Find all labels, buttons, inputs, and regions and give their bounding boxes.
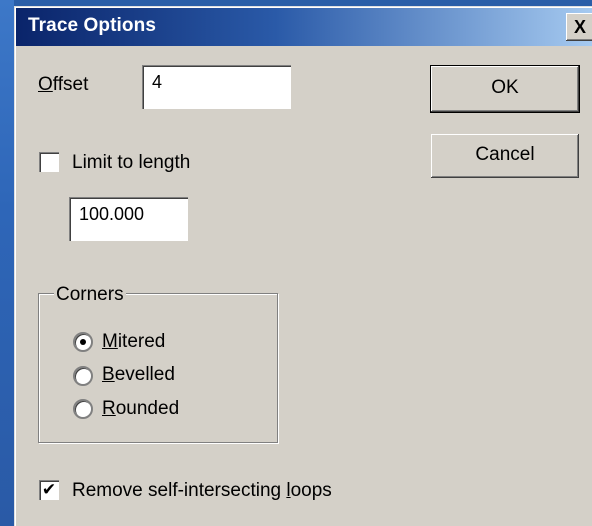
remove-loops-label[interactable]: Remove self-intersecting loops [72,480,332,502]
remove-loops-checkbox[interactable]: ✔ [39,480,59,500]
offset-label: Offset [38,74,89,95]
length-value: 100.000 [79,204,145,224]
checkmark-icon: ✔ [41,480,57,499]
bevelled-label[interactable]: Bevelled [102,364,175,386]
radio-bevelled[interactable] [73,366,93,386]
limit-to-length-label[interactable]: Limit to length [72,152,190,174]
offset-value: 4 [152,72,163,92]
close-button[interactable]: X [566,13,592,41]
title-bar[interactable]: Trace Options X [16,8,592,46]
mitered-label[interactable]: Mitered [102,331,165,353]
desktop-background [0,0,14,526]
radio-mitered[interactable] [73,332,93,352]
offset-input[interactable]: 4 [142,65,291,109]
radio-rounded[interactable] [73,399,93,419]
window-title: Trace Options [28,15,157,36]
limit-to-length-checkbox[interactable] [39,152,59,172]
corners-group-label: Corners [54,284,126,306]
rounded-label[interactable]: Rounded [102,398,179,420]
cancel-button[interactable]: Cancel [431,134,579,178]
trace-options-dialog: Trace Options X Offset 4 OK Cancel Limit… [14,6,592,526]
radio-dot-icon [80,339,86,345]
close-icon: X [574,17,587,37]
ok-button[interactable]: OK [431,66,579,112]
length-input[interactable]: 100.000 [69,197,188,241]
